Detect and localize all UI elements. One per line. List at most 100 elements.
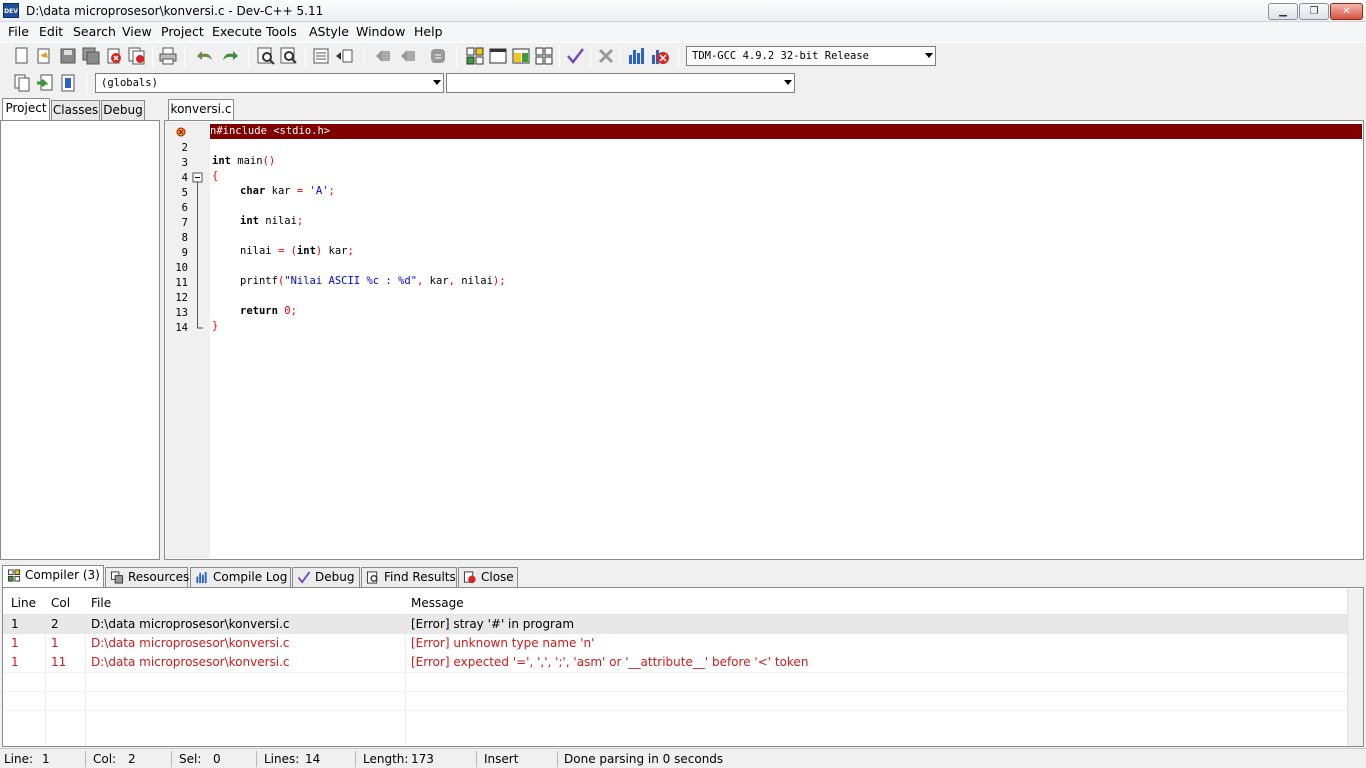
- class-browser-icon[interactable]: [58, 73, 78, 93]
- line-number: 6: [181, 202, 188, 214]
- profile-chart-icon[interactable]: [627, 46, 647, 66]
- function-select[interactable]: [446, 73, 795, 93]
- compiler-output-list[interactable]: Line Col File Message 1 2 D:\data microp…: [2, 587, 1364, 747]
- status-lines-label: Lines:: [264, 752, 300, 766]
- code-line: char kar = 'A';: [240, 184, 335, 199]
- new-file-icon[interactable]: [12, 46, 32, 66]
- unindent-icon[interactable]: [334, 46, 354, 66]
- code-line: printf("Nilai ASCII %c : %d", kar, nilai…: [240, 274, 506, 289]
- menu-view[interactable]: View: [122, 24, 152, 39]
- save-all-icon[interactable]: [81, 46, 101, 66]
- column-header-line[interactable]: Line: [11, 596, 36, 610]
- close-all-icon[interactable]: [127, 46, 147, 66]
- replace-icon[interactable]: [279, 46, 299, 66]
- tab-compile-log[interactable]: Compile Log: [190, 567, 291, 587]
- row-col: 2: [51, 617, 59, 631]
- menu-file[interactable]: File: [8, 24, 29, 39]
- table-row[interactable]: 1 2 D:\data microprosesor\konversi.c [Er…: [3, 615, 1347, 634]
- goto-declaration-icon[interactable]: [35, 73, 55, 93]
- code-line: int nilai;: [240, 214, 303, 229]
- row-line: 1: [11, 636, 19, 650]
- line-number: 4: [181, 172, 188, 184]
- code-text: main: [230, 155, 263, 167]
- menu-search[interactable]: Search: [73, 24, 116, 39]
- row-col: 1: [51, 636, 59, 650]
- tab-close[interactable]: Close: [458, 567, 518, 587]
- tab-debug[interactable]: Debug: [101, 100, 145, 120]
- tab-project[interactable]: Project: [2, 98, 50, 120]
- table-row[interactable]: 1 11 D:\data microprosesor\konversi.c [E…: [3, 653, 1347, 672]
- insert-icon[interactable]: [12, 73, 32, 93]
- fold-collapse-icon[interactable]: [192, 172, 204, 332]
- vertical-scrollbar[interactable]: [1347, 589, 1363, 746]
- line-number: 2: [181, 142, 188, 154]
- print-icon[interactable]: [158, 46, 178, 66]
- menu-window[interactable]: Window: [356, 24, 405, 39]
- devcpp-app-icon[interactable]: DEV: [3, 3, 19, 18]
- line-number: 10: [175, 262, 188, 274]
- editor-tab-konversi[interactable]: konversi.c: [168, 99, 234, 120]
- find-icon[interactable]: [256, 46, 276, 66]
- check-syntax-icon[interactable]: [565, 46, 585, 66]
- menu-help[interactable]: Help: [414, 24, 443, 39]
- table-row: [3, 710, 1347, 729]
- close-file-icon[interactable]: [104, 46, 124, 66]
- code-editor[interactable]: 2 3 4 5 6 7 8 9 10 11 12 13 14 n#include…: [164, 120, 1364, 560]
- menu-tools[interactable]: Tools: [266, 24, 297, 39]
- close-window-button[interactable]: ✕: [1330, 3, 1363, 20]
- status-sel-value: 0: [213, 752, 221, 766]
- scope-select-value: (globals): [101, 77, 158, 89]
- save-icon[interactable]: [58, 46, 78, 66]
- layout-icon[interactable]: [511, 46, 531, 66]
- undo-icon[interactable]: [196, 46, 216, 66]
- tab-classes[interactable]: Classes: [51, 100, 100, 120]
- tab-compiler[interactable]: Compiler (3): [2, 565, 104, 587]
- tab-find-results[interactable]: Find Results: [361, 567, 457, 587]
- code-keyword: int: [212, 155, 231, 167]
- table-row: [3, 672, 1347, 691]
- scope-select[interactable]: (globals): [95, 73, 444, 93]
- code-keyword: return: [240, 305, 278, 317]
- code-symbol: ;: [296, 215, 304, 227]
- bookmark-icon[interactable]: [428, 46, 448, 66]
- status-length-label: Length:: [363, 752, 409, 766]
- line-number: 13: [175, 307, 188, 319]
- code-symbol: (): [262, 155, 276, 167]
- project-tree[interactable]: [0, 120, 160, 560]
- code-text: nilai: [240, 245, 278, 257]
- status-line-label: Line:: [4, 752, 34, 766]
- code-line: {: [212, 170, 219, 182]
- row-message: [Error] unknown type name 'n': [411, 636, 595, 650]
- tile-icon[interactable]: [534, 46, 554, 66]
- column-header-message[interactable]: Message: [411, 596, 464, 610]
- code-text: kar: [265, 185, 297, 197]
- indent-icon[interactable]: [311, 46, 331, 66]
- menu-edit[interactable]: Edit: [39, 24, 63, 39]
- maximize-button[interactable]: ❐: [1299, 3, 1329, 20]
- code-keyword: int: [296, 245, 316, 257]
- menu-project[interactable]: Project: [161, 24, 204, 39]
- goto-next-icon[interactable]: [398, 46, 418, 66]
- menu-execute[interactable]: Execute: [212, 24, 262, 39]
- line-number: 9: [181, 247, 188, 259]
- goto-prev-icon[interactable]: [373, 46, 393, 66]
- stop-icon[interactable]: [596, 46, 616, 66]
- delete-profile-icon[interactable]: [650, 46, 670, 66]
- status-col-value: 2: [128, 752, 136, 766]
- code-symbol: ;: [499, 275, 506, 287]
- redo-icon[interactable]: [219, 46, 239, 66]
- column-header-col[interactable]: Col: [51, 596, 70, 610]
- column-header-file[interactable]: File: [91, 596, 111, 610]
- tab-resources[interactable]: Resources: [105, 567, 189, 587]
- minimize-button[interactable]: ▁: [1268, 3, 1298, 20]
- compiler-select[interactable]: TDM-GCC 4.9.2 32-bit Release: [686, 46, 936, 66]
- menu-astyle[interactable]: AStyle: [309, 24, 349, 39]
- new-project-icon[interactable]: [465, 46, 485, 66]
- table-row[interactable]: 1 1 D:\data microprosesor\konversi.c [Er…: [3, 634, 1347, 653]
- tab-debug-output[interactable]: Debug: [292, 567, 360, 587]
- row-col: 11: [51, 655, 67, 669]
- code-line: int main(): [212, 154, 275, 169]
- open-file-icon[interactable]: [34, 46, 54, 66]
- window-icon[interactable]: [488, 46, 508, 66]
- line-gutter: 2 3 4 5 6 7 8 9 10 11 12 13 14: [166, 122, 210, 558]
